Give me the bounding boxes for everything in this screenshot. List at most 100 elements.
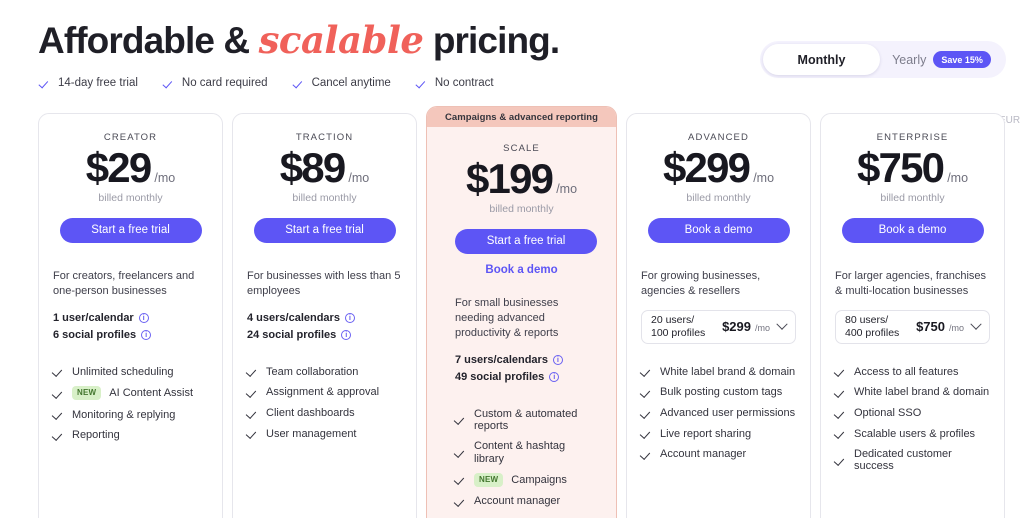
chevron-down-icon[interactable] [776,318,788,330]
check-icon [53,388,64,399]
plan-spec: 4 users/calendars i [247,310,402,327]
feature-item: Optional SSO [835,407,990,419]
plan-spec: 1 user/calendar i [53,310,208,327]
check-icon [417,78,428,89]
toggle-yearly-label: Yearly [892,52,927,67]
feature-label: Campaigns [511,473,567,486]
pricing-card-enterprise: ENTERPRISE $750/mo billed monthly Book a de… [820,113,1005,518]
plan-spec-label: 1 user/calendar [53,311,134,324]
tier-price: $750 [916,319,945,335]
check-icon [641,449,652,460]
info-icon[interactable]: i [344,313,355,324]
toggle-option-monthly[interactable]: Monthly [763,44,880,75]
feature-label: Account manager [474,495,561,508]
plan-features: Access to all features White label brand … [835,366,990,473]
plan-cta-button[interactable]: Book a demo [841,218,984,244]
check-icon [455,474,466,485]
plan-price-period: /mo [348,171,370,185]
check-icon [835,455,846,466]
plan-price-period: /mo [154,171,176,185]
plan-spec-label: 6 social profiles [53,328,137,341]
plan-features: Team collaboration Assignment & approval C… [247,366,402,440]
book-a-demo-link[interactable]: Book a demo [455,264,588,276]
tier-quantity-line1: 80 users/ [845,314,889,327]
chevron-down-icon[interactable] [970,318,982,330]
plan-specs: 7 users/calendars i 49 social profiles i [455,352,588,386]
card-ribbon: Campaigns & advanced reporting [427,107,616,127]
plan-spec-label: 24 social profiles [247,328,337,341]
feature-item: Team collaboration [247,366,402,378]
plan-price: $750 [856,144,945,191]
info-icon[interactable]: i [141,330,152,341]
tier-quantity-line2: 100 profiles [651,326,706,339]
feature-label: Team collaboration [266,365,359,378]
feature-label: AI Content Assist [109,387,194,400]
feature-label: White label brand & domain [854,386,990,399]
feature-label: Custom & automated reports [474,407,578,432]
feature-label: Bulk posting custom tags [660,386,783,399]
info-icon[interactable]: i [341,330,352,341]
check-icon [247,408,258,419]
toggle-option-yearly[interactable]: Yearly Save 15% [880,44,1003,75]
tier-quantity: 80 users/400 profiles [845,314,899,339]
feature-label: White label brand & domain [660,365,796,378]
feature-item: White label brand & domain [641,366,796,378]
feature-label: Reporting [72,429,120,442]
page-title: Affordable & scalable pricing. [38,18,560,62]
plan-price: $199 [465,155,554,202]
check-icon [835,387,846,398]
check-icon [641,428,652,439]
plan-features: White label brand & domain Bulk posting c… [641,366,796,460]
feature-label: Monitoring & replying [72,408,176,421]
plan-description: For growing businesses, agencies & resel… [641,270,761,297]
check-icon [164,78,175,89]
check-icon [455,496,466,507]
plan-specs: 1 user/calendar i 6 social profiles i [53,310,208,344]
toggle-monthly-label: Monthly [797,52,846,67]
info-icon[interactable]: i [549,372,560,383]
feature-label: Content & hashtag library [474,440,566,465]
plan-price: $89 [279,144,346,191]
save-badge: Save 15% [933,51,991,68]
plan-spec-label: 4 users/calendars [247,311,340,324]
check-icon [835,428,846,439]
plan-description: For businesses with less than 5 employee… [247,270,401,297]
info-icon[interactable]: i [552,355,563,366]
feature-item: Client dashboards [247,407,402,419]
tier-select-dropdown[interactable]: 80 users/400 profiles $750/mo [835,309,990,344]
plan-spec: 24 social profiles i [247,327,402,344]
price-row: $199/mo [455,155,588,202]
billing-note: billed monthly [880,192,945,205]
feature-item: Dedicated customer success [835,448,990,472]
feature-label: Optional SSO [854,406,922,419]
new-badge: NEW [72,386,102,401]
new-badge: NEW [474,473,504,487]
tier-price: $299 [722,319,751,335]
info-icon[interactable]: i [138,313,149,324]
check-icon [53,366,64,377]
plan-price-period: /mo [753,171,775,185]
plan-spec-label: 49 social profiles [455,370,545,383]
feature-item: Bulk posting custom tags [641,386,796,398]
perk-item: No card required [164,77,268,89]
plan-cta-button[interactable]: Start a free trial [455,229,597,255]
pricing-cards: CREATOR $29/mo billed monthly Start a free … [38,106,1005,518]
tier-quantity: 20 users/100 profiles [651,314,705,339]
feature-item: White label brand & domain [835,386,990,398]
billing-note: billed monthly [292,192,357,205]
billing-note: billed monthly [489,203,554,216]
perk-label: 14-day free trial [58,77,138,89]
plan-name: ENTERPRISE [876,132,949,143]
feature-item: Monitoring & replying [53,409,208,421]
plan-specs: 4 users/calendars i 24 social profiles i [247,310,402,344]
perk-item: 14-day free trial [40,77,138,89]
plan-spec: 6 social profiles i [53,327,208,344]
feature-label: Assignment & approval [266,386,380,399]
plan-name: TRACTION [295,132,354,143]
plan-cta-button[interactable]: Start a free trial [253,218,396,244]
plan-cta-button[interactable]: Book a demo [647,218,790,244]
feature-item: Live report sharing [641,428,796,440]
tier-select-dropdown[interactable]: 20 users/100 profiles $299/mo [641,309,796,344]
billing-period-toggle[interactable]: Monthly Yearly Save 15% [760,41,1006,78]
plan-cta-button[interactable]: Start a free trial [59,218,202,244]
